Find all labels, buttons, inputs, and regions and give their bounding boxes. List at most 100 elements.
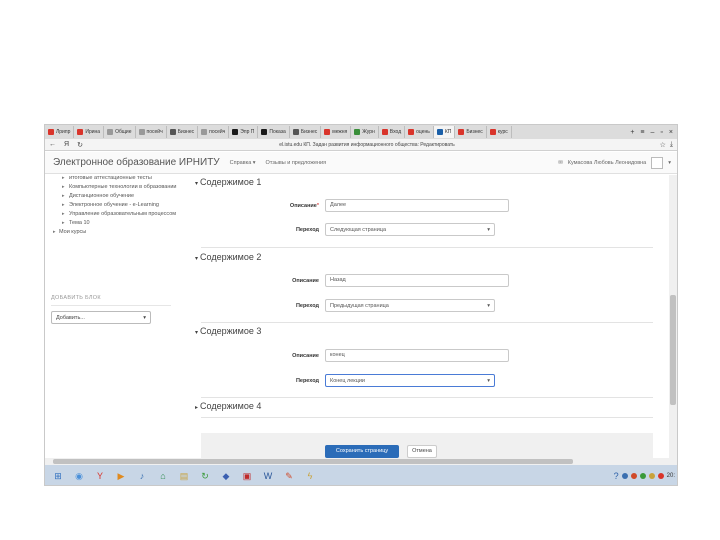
- caret-right-icon[interactable]: ▸: [53, 229, 56, 236]
- pdf-icon[interactable]: ▣: [238, 468, 256, 484]
- url-field[interactable]: el.istu.edu КП. Задан развития информаци…: [105, 142, 629, 148]
- favicon-icon: [107, 129, 114, 135]
- nav-item[interactable]: ▸ Дистанционное обучение: [53, 193, 193, 200]
- nav-item[interactable]: ▸ Мои курсы: [53, 229, 193, 236]
- window-control[interactable]: ▫: [660, 129, 662, 136]
- flash-icon[interactable]: ϟ: [301, 468, 319, 484]
- browser-tab[interactable]: оцень: [405, 126, 434, 138]
- scroll-thumb[interactable]: [670, 295, 676, 405]
- window-control[interactable]: ×: [669, 129, 673, 136]
- section-divider: [201, 247, 653, 248]
- section-1-jump-value: Следующая страница: [330, 226, 386, 233]
- save-button[interactable]: Сохранить страницу: [325, 445, 399, 458]
- favicon-icon: [354, 129, 361, 135]
- app-icon[interactable]: ◆: [217, 468, 235, 484]
- browser-tab[interactable]: курс: [487, 126, 512, 138]
- section-3-header[interactable]: ▾ Содержимое 3: [195, 326, 261, 336]
- scroll-thumb[interactable]: [53, 459, 573, 464]
- browser-tab[interactable]: Бизнес: [290, 126, 322, 138]
- section-4-header[interactable]: ▸ Содержимое 4: [195, 401, 261, 411]
- yandex-icon[interactable]: Y: [91, 468, 109, 484]
- nav-item-label: Управление образовательным процессом: [69, 211, 177, 217]
- paint-icon[interactable]: ✎: [280, 468, 298, 484]
- window-controls: + ≡ – ▫ ×: [630, 129, 677, 136]
- browser-tab[interactable]: Эпр П: [229, 126, 259, 138]
- vertical-scrollbar[interactable]: [669, 175, 677, 465]
- browser-tab[interactable]: Лрипр: [45, 126, 75, 138]
- browser-tab[interactable]: посейч: [198, 126, 230, 138]
- window-control[interactable]: +: [630, 129, 634, 136]
- tray-icon[interactable]: [639, 473, 646, 479]
- reload-icon[interactable]: ↻: [77, 141, 83, 149]
- browser-tab[interactable]: Общие: [104, 126, 136, 138]
- section-divider: [201, 417, 653, 418]
- site-header: Электронное образование ИРНИТУ Справка ▾…: [45, 152, 677, 174]
- section-3-jump-select[interactable]: Конец лекции ▾: [325, 374, 495, 387]
- caret-right-icon[interactable]: ▸: [62, 211, 65, 218]
- browser-tab[interactable]: межня: [321, 126, 352, 138]
- cancel-button[interactable]: Отмена: [407, 445, 437, 458]
- download-icon[interactable]: ⤓: [670, 141, 673, 149]
- window-control[interactable]: –: [651, 129, 655, 136]
- horizontal-scrollbar[interactable]: [45, 458, 671, 465]
- caret-right-icon[interactable]: ▸: [62, 202, 65, 209]
- network-icon[interactable]: ⌂: [154, 468, 172, 484]
- nav-item[interactable]: ▸ Тема 10: [53, 220, 193, 227]
- nav-item[interactable]: ▸ Компьютерные технологии в образовании: [53, 184, 193, 191]
- tray-icon[interactable]: [621, 473, 628, 479]
- window-control[interactable]: ≡: [640, 129, 644, 136]
- add-block-select[interactable]: Добавить... ▾: [51, 311, 151, 324]
- browser-tab[interactable]: Бизнес: [455, 126, 487, 138]
- browser-tab[interactable]: посейч: [136, 126, 167, 138]
- sound-icon[interactable]: ♪: [133, 468, 151, 484]
- caret-right-icon[interactable]: ▸: [62, 184, 65, 191]
- caret-right-icon[interactable]: ▸: [62, 220, 65, 227]
- required-icon: *: [316, 203, 319, 209]
- refresh-icon[interactable]: ↻: [196, 468, 214, 484]
- chevron-down-icon[interactable]: ▾: [668, 160, 671, 166]
- tray-icon[interactable]: [648, 473, 655, 479]
- help-icon[interactable]: ?: [614, 471, 619, 481]
- browser-tab[interactable]: КП: [433, 126, 456, 138]
- section-2-jump-select[interactable]: Предыдущая страница ▾: [325, 299, 495, 312]
- bookmark-icon[interactable]: ☆: [660, 141, 666, 149]
- section-1-desc-input[interactable]: Далее: [325, 199, 509, 212]
- add-block-title: ДОБАВИТЬ БЛОК: [51, 295, 171, 306]
- favicon-icon: [138, 129, 145, 135]
- messages-icon[interactable]: ✉: [558, 160, 563, 166]
- browser-tab[interactable]: Бизнес: [167, 126, 199, 138]
- menu-feedback[interactable]: Отзывы и предложения: [266, 160, 327, 166]
- avatar[interactable]: [651, 156, 664, 169]
- nav-item[interactable]: ▸ итоговые аттестационные тесты: [53, 175, 193, 182]
- menu-help[interactable]: Справка ▾: [230, 160, 256, 166]
- favicon-icon: [436, 129, 443, 135]
- nav-item[interactable]: ▸ Электронное обучение - e-Learning: [53, 202, 193, 209]
- section-2-header[interactable]: ▾ Содержимое 2: [195, 252, 261, 262]
- section-1-header[interactable]: ▾ Содержимое 1: [195, 177, 261, 187]
- caret-right-icon[interactable]: ▸: [62, 193, 65, 200]
- back-icon[interactable]: ←: [49, 141, 56, 149]
- tray-icon[interactable]: [630, 473, 637, 479]
- browser-tab[interactable]: Ирина: [74, 126, 105, 138]
- user-name[interactable]: Кумасова Любовь Леонидовна: [568, 160, 646, 166]
- clock[interactable]: 20:: [667, 473, 675, 479]
- browser-tab[interactable]: Журн: [351, 126, 379, 138]
- site-name[interactable]: Электронное образование ИРНИТУ: [45, 157, 220, 168]
- section-3-desc-label: Описание: [292, 353, 319, 359]
- folder-icon[interactable]: ▤: [175, 468, 193, 484]
- section-3-desc-input[interactable]: конец: [325, 349, 509, 362]
- start-orb-icon[interactable]: ⊞: [49, 468, 67, 484]
- favicon-icon: [408, 129, 415, 135]
- browser-icon[interactable]: ◉: [70, 468, 88, 484]
- nav-item[interactable]: ▸ Управление образовательным процессом: [53, 211, 193, 218]
- browser-tab[interactable]: Показа: [258, 126, 290, 138]
- word-icon[interactable]: W: [259, 468, 277, 484]
- tray-icon[interactable]: [657, 473, 664, 479]
- browser-tab[interactable]: Вход: [379, 126, 406, 138]
- section-1-jump-select[interactable]: Следующая страница ▾: [325, 223, 495, 236]
- user-menu[interactable]: ✉ Кумасова Любовь Леонидовна ▾: [558, 156, 677, 169]
- caret-right-icon[interactable]: ▸: [62, 175, 65, 182]
- nav-item-label: итоговые аттестационные тесты: [69, 175, 152, 181]
- media-icon[interactable]: ▶: [112, 468, 130, 484]
- section-2-desc-input[interactable]: Назад: [325, 274, 509, 287]
